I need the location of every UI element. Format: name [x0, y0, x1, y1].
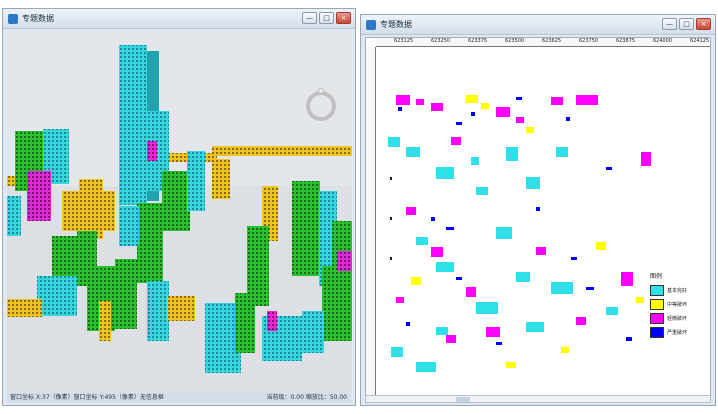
ruler-label: 623375 [468, 38, 488, 44]
ruler-label: 623750 [579, 38, 599, 44]
legend-title: 图例 [650, 273, 663, 280]
legend-item: 轻微破坏 [650, 311, 702, 325]
minimize-button[interactable]: — [662, 18, 677, 30]
city-3d-render [7, 31, 352, 393]
maximize-button[interactable]: □ [679, 18, 694, 30]
scene-3d-window: 专题数据 — □ × 窗口坐标 X:37（像素）窗口坐标 Y:495（像素）无信… [2, 8, 356, 406]
status-coordinates: 窗口坐标 X:37（像素）窗口坐标 Y:495（像素）无信息框 [10, 394, 164, 401]
horizontal-scrollbar[interactable] [365, 395, 711, 403]
left-statusbar: 窗口坐标 X:37（像素）窗口坐标 Y:495（像素）无信息框 当前级：0.00… [7, 393, 351, 403]
ruler-label: 623125 [394, 38, 414, 44]
left-window-title: 专题数据 [22, 14, 54, 23]
map-legend: 图例 基本完好 中等破坏 轻微破坏 严重破坏 [650, 271, 702, 351]
app-icon [366, 20, 376, 30]
compass-knob[interactable] [318, 88, 324, 94]
map-canvas[interactable]: 623125 623250 623375 623500 623625 62375… [365, 37, 711, 397]
legend-label: 基本完好 [667, 287, 688, 294]
ruler-label: 624000 [653, 38, 673, 44]
close-button[interactable]: × [336, 12, 351, 24]
legend-label: 轻微破坏 [667, 315, 688, 322]
maximize-button[interactable]: □ [319, 12, 334, 24]
ruler-label: 623625 [542, 38, 562, 44]
status-scale: 当前级：0.00 缩放比：50.00 [266, 394, 347, 401]
ruler-label: 623875 [616, 38, 636, 44]
legend-item: 基本完好 [650, 283, 702, 297]
legend-swatch [650, 284, 664, 296]
scene-3d-viewport[interactable] [7, 31, 352, 393]
scrollbar-thumb[interactable] [456, 397, 470, 402]
legend-item: 严重破坏 [650, 325, 702, 339]
navigation-compass-icon[interactable] [306, 88, 336, 121]
left-titlebar[interactable]: 专题数据 — □ × [3, 9, 355, 29]
ruler-label: 624125 [690, 38, 710, 44]
legend-swatch [650, 312, 664, 324]
left-ruler [366, 47, 376, 396]
legend-label: 严重破坏 [667, 329, 688, 336]
legend-label: 中等破坏 [667, 301, 688, 308]
ruler-label: 623250 [431, 38, 451, 44]
ruler-label: 623500 [505, 38, 525, 44]
right-titlebar[interactable]: 专题数据 — □ × [361, 15, 715, 35]
map-2d-window: 专题数据 — □ × 623125 623250 623375 623500 6… [360, 14, 716, 406]
minimize-button[interactable]: — [302, 12, 317, 24]
right-window-title: 专题数据 [380, 20, 412, 29]
legend-swatch [650, 326, 664, 338]
legend-item: 中等破坏 [650, 297, 702, 311]
close-button[interactable]: × [696, 18, 711, 30]
app-icon [8, 14, 18, 24]
top-ruler: 623125 623250 623375 623500 623625 62375… [376, 38, 710, 47]
legend-swatch [650, 298, 664, 310]
